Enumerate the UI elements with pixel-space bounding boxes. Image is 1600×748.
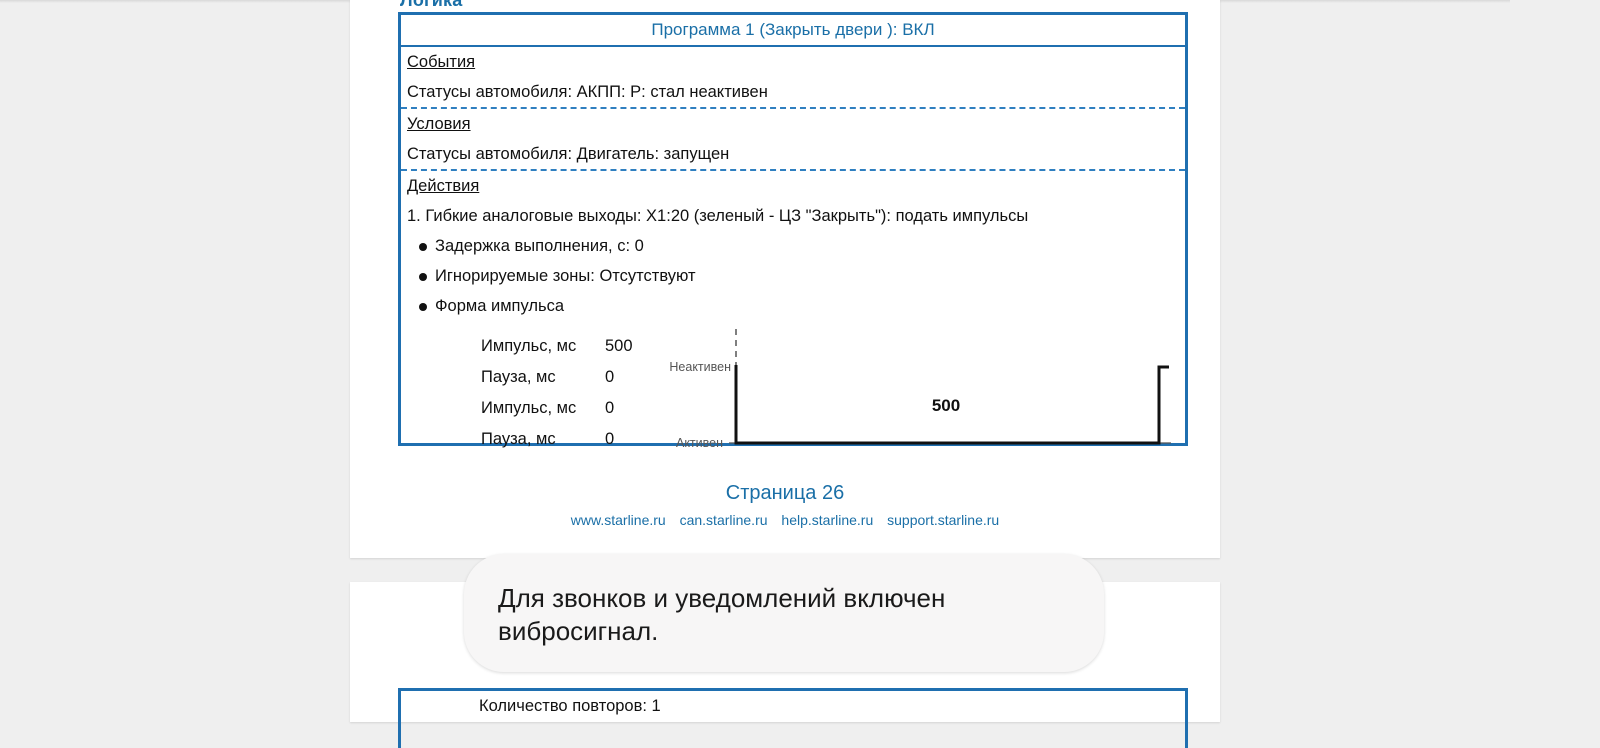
- action-item: 1. Гибкие аналоговые выходы: Х1:20 (зеле…: [407, 207, 1029, 225]
- footer-link[interactable]: www.starline.ru: [571, 512, 666, 528]
- actions-section: Действия 1. Гибкие аналоговые выходы: Х1…: [401, 171, 1185, 321]
- conditions-section: Условия Статусы автомобиля: Двигатель: з…: [401, 109, 1185, 171]
- bullet-item: Форма импульса: [401, 291, 1185, 321]
- footer-link[interactable]: support.starline.ru: [887, 512, 999, 528]
- toast-message: Для звонков и уведомлений включен виброс…: [498, 583, 946, 646]
- inactive-label: Неактивен: [669, 360, 731, 374]
- pulse-row: Импульс, мс 500: [481, 331, 633, 362]
- pulse-label: Импульс, мс: [481, 337, 577, 355]
- pulse-label: Пауза, мс: [481, 368, 556, 386]
- bullet-item: Игнорируемые зоны: Отсутствуют: [401, 261, 1185, 291]
- pulse-row: Пауза, мс 0: [481, 424, 633, 455]
- footer-links: www.starline.ru can.starline.ru help.sta…: [350, 512, 1220, 528]
- pulse-table: Импульс, мс 500 Пауза, мс 0 Импульс, мс 0 П…: [481, 331, 633, 455]
- document-page[interactable]: Логика Программа 1 (Закрыть двери ): ВКЛ…: [350, 0, 1220, 558]
- repeat-count: Количество повторов: 1: [479, 697, 661, 715]
- events-section: События Статусы автомобиля: АКПП: P: ста…: [401, 47, 1185, 109]
- pulse-value: 0: [605, 430, 615, 448]
- toast-notification: Для звонков и уведомлений включен виброс…: [464, 554, 1104, 672]
- events-heading: События: [407, 53, 476, 71]
- condition-item: Статусы автомобиля: Двигатель: запущен: [407, 145, 730, 163]
- bullet-text: Игнорируемые зоны: Отсутствуют: [435, 267, 696, 285]
- cutoff-section-heading: Логика: [400, 0, 463, 10]
- bullet-icon: [419, 242, 427, 251]
- bullet-icon: [419, 302, 427, 311]
- active-label: Активен: [676, 436, 723, 450]
- footer-link[interactable]: can.starline.ru: [680, 512, 768, 528]
- program-box: Количество повторов: 1: [398, 688, 1188, 748]
- pulse-duration-label: 500: [932, 396, 960, 415]
- pulse-row: Пауза, мс 0: [481, 362, 633, 393]
- page-number: Страница 26: [725, 482, 845, 504]
- conditions-heading: Условия: [407, 115, 471, 133]
- bullet-text: Задержка выполнения, с: 0: [435, 237, 644, 255]
- pulse-graph: Неактивен Активен 500: [669, 329, 1171, 450]
- pulse-row: Импульс, мс 0: [481, 393, 633, 424]
- bullet-text: Форма импульса: [435, 297, 565, 315]
- pulse-value: 0: [605, 399, 615, 417]
- footer-link[interactable]: help.starline.ru: [781, 512, 873, 528]
- program-title: Программа 1 (Закрыть двери ): ВКЛ: [401, 15, 1185, 47]
- program-box: Программа 1 (Закрыть двери ): ВКЛ Событи…: [398, 12, 1188, 450]
- bullet-icon: [419, 272, 427, 281]
- pulse-value: 0: [605, 368, 615, 386]
- pulse-label: Импульс, мс: [481, 399, 577, 417]
- pulse-value: 500: [605, 337, 633, 355]
- actions-heading: Действия: [407, 177, 480, 195]
- event-item: Статусы автомобиля: АКПП: P: стал неакти…: [407, 83, 768, 101]
- bullet-item: Задержка выполнения, с: 0: [401, 231, 1185, 261]
- pulse-label: Пауза, мс: [481, 430, 556, 448]
